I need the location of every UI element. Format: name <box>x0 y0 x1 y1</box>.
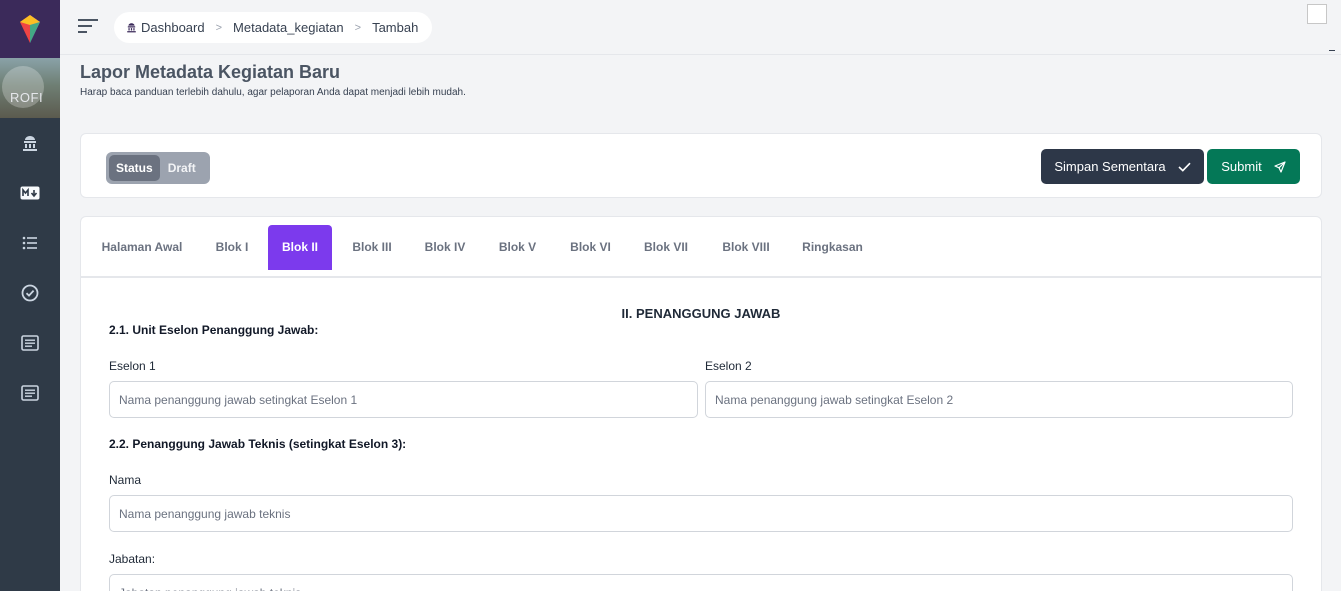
send-icon <box>1274 160 1286 173</box>
breadcrumb-current: Tambah <box>372 20 419 35</box>
page-subtitle: Harap baca panduan terlebih dahulu, agar… <box>80 87 466 98</box>
markdown-icon <box>20 186 40 200</box>
eselon2-input[interactable] <box>705 381 1293 418</box>
sidebar-item-metadata[interactable] <box>0 168 60 218</box>
jabatan-input[interactable] <box>109 574 1293 591</box>
check-circle-icon <box>21 284 39 302</box>
save-draft-label: Simpan Sementara <box>1054 159 1166 174</box>
breadcrumb-separator: > <box>215 21 223 34</box>
nama-label: Nama <box>109 473 142 487</box>
tab-blok-3[interactable]: Blok III <box>345 225 399 270</box>
check-icon <box>1178 162 1191 172</box>
sidebar-item-dashboard[interactable] <box>0 118 60 168</box>
avatar[interactable] <box>1307 4 1327 24</box>
nama-input[interactable] <box>109 495 1293 532</box>
page-title: Lapor Metadata Kegiatan Baru <box>80 62 341 82</box>
palace-icon <box>23 136 37 151</box>
section-title: II. PENANGGUNG JAWAB <box>621 306 781 321</box>
profile-banner-text: ROFI <box>10 90 44 105</box>
status-value: Draft <box>167 161 196 175</box>
app-logo[interactable] <box>0 0 60 58</box>
sidebar-item-list[interactable] <box>0 218 60 268</box>
gem-logo-icon <box>20 15 40 43</box>
profile-banner: ROFI <box>0 58 60 118</box>
submit-button[interactable]: Submit <box>1207 149 1300 184</box>
eselon1-label: Eselon 1 <box>109 359 156 373</box>
save-draft-button[interactable]: Simpan Sementara <box>1041 149 1204 184</box>
document-icon <box>21 335 39 351</box>
document-icon-2 <box>21 385 39 401</box>
jabatan-label: Jabatan: <box>109 552 156 566</box>
status-badge: Status Draft <box>106 152 210 184</box>
block-tabs: Halaman Awal Blok I Blok II Blok III Blo… <box>81 217 1321 278</box>
technical-pic-heading: 2.2. Penanggung Jawab Teknis (setingkat … <box>109 437 407 451</box>
submit-label: Submit <box>1221 159 1262 174</box>
tab-blok-7[interactable]: Blok VII <box>637 225 695 270</box>
tab-blok-4[interactable]: Blok IV <box>418 225 472 270</box>
tab-halaman-awal[interactable]: Halaman Awal <box>95 225 189 270</box>
tab-blok-1[interactable]: Blok I <box>209 225 255 270</box>
breadcrumb-separator: > <box>354 21 362 34</box>
breadcrumb-dashboard[interactable]: Dashboard <box>141 20 205 35</box>
divider <box>1329 50 1335 51</box>
unit-eselon-heading: 2.1. Unit Eselon Penanggung Jawab: <box>109 323 319 337</box>
form-card: Halaman Awal Blok I Blok II Blok III Blo… <box>80 216 1322 591</box>
sidebar-item-report[interactable] <box>0 318 60 368</box>
sidebar: ROFI <box>0 0 60 591</box>
tab-blok-6[interactable]: Blok VI <box>563 225 618 270</box>
breadcrumb: Dashboard > Metadata_kegiatan > Tambah <box>114 12 433 43</box>
tab-ringkasan[interactable]: Ringkasan <box>796 225 869 270</box>
tab-blok-5[interactable]: Blok V <box>492 225 543 270</box>
eselon2-label: Eselon 2 <box>705 359 752 373</box>
tab-blok-2[interactable]: Blok II <box>268 225 332 270</box>
tab-blok-8[interactable]: Blok VIII <box>715 225 777 270</box>
list-icon <box>22 236 37 250</box>
menu-toggle-button[interactable] <box>78 19 98 38</box>
hamburger-icon <box>78 19 98 33</box>
palace-icon <box>127 23 136 33</box>
sidebar-item-report-2[interactable] <box>0 368 60 418</box>
status-label: Status <box>109 155 160 181</box>
eselon1-input[interactable] <box>109 381 698 418</box>
status-card: Status Draft Simpan Sementara Submit <box>80 133 1322 198</box>
breadcrumb-metadata[interactable]: Metadata_kegiatan <box>233 20 344 35</box>
top-bar: Dashboard > Metadata_kegiatan > Tambah <box>60 0 1341 55</box>
sidebar-item-verify[interactable] <box>0 268 60 318</box>
